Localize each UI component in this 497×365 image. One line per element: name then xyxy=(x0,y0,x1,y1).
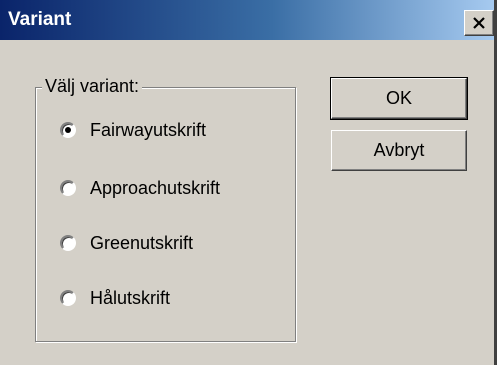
radio-label: Approachutskrift xyxy=(90,177,221,198)
radio-button[interactable] xyxy=(60,235,76,251)
window-title: Variant xyxy=(8,9,72,30)
close-icon xyxy=(472,17,486,29)
title-bar[interactable]: Variant xyxy=(0,0,494,40)
radio-fairwayutskrift[interactable]: Fairwayutskrift xyxy=(60,116,206,144)
radio-halutskrift[interactable]: Hålutskrift xyxy=(60,284,170,312)
cancel-button[interactable]: Avbryt xyxy=(331,130,467,171)
radio-dot xyxy=(65,127,71,133)
groupbox-label: Välj variant: xyxy=(42,76,143,97)
radio-label: Hålutskrift xyxy=(90,287,171,308)
radio-button-selected[interactable] xyxy=(60,122,76,138)
radio-greenutskrift[interactable]: Greenutskrift xyxy=(60,229,193,257)
dialog-window: Variant Välj variant: Fairwayutskrift Ap… xyxy=(0,0,497,365)
radio-label: Fairwayutskrift xyxy=(90,119,207,140)
ok-button[interactable]: OK xyxy=(330,77,468,120)
radio-button[interactable] xyxy=(60,180,76,196)
radio-label: Greenutskrift xyxy=(90,232,194,253)
close-button[interactable] xyxy=(464,10,494,36)
radio-approachutskrift[interactable]: Approachutskrift xyxy=(60,174,220,202)
radio-button[interactable] xyxy=(60,290,76,306)
